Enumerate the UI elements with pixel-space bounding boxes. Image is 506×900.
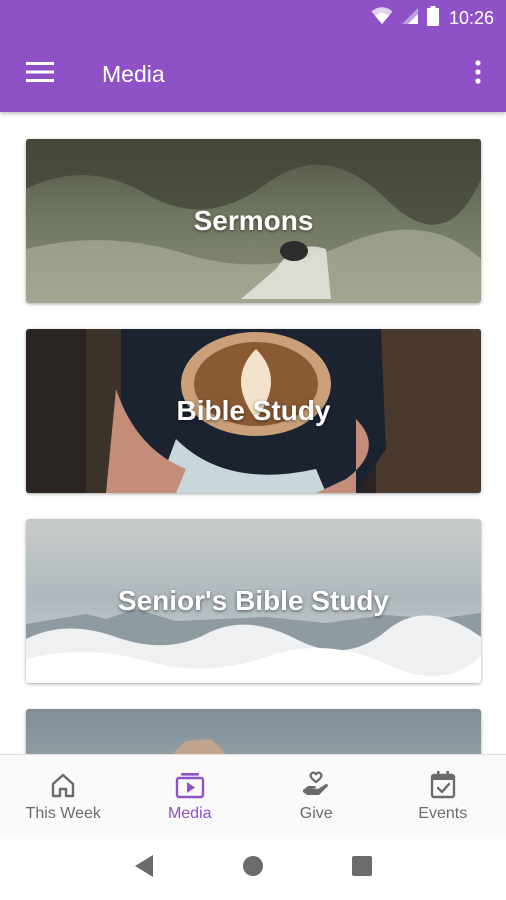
more-vert-icon [475, 59, 481, 89]
nav-label: This Week [25, 804, 101, 822]
wifi-icon [371, 6, 393, 30]
media-list[interactable]: Sermons Bible Study Senior's Bible Study [0, 112, 506, 754]
nav-this-week[interactable]: This Week [0, 755, 127, 836]
media-card-seniors-bible-study[interactable]: Senior's Bible Study [26, 519, 481, 683]
nav-label: Media [167, 804, 212, 822]
page-title: Media [102, 60, 165, 87]
media-card-label: Senior's Bible Study [117, 585, 390, 616]
media-card-label: Sermons [193, 205, 314, 236]
recents-square-icon [351, 855, 373, 882]
status-bar: 10:26 [0, 0, 506, 36]
hamburger-menu-icon [26, 61, 54, 87]
status-time: 10:26 [448, 7, 494, 28]
mountain-peaks-image [26, 709, 481, 754]
nav-events[interactable]: Events [380, 755, 506, 836]
nav-media[interactable]: Media [127, 755, 254, 836]
home-icon [49, 769, 77, 801]
media-card-label: Bible Study [176, 395, 331, 426]
system-back-button[interactable] [124, 848, 164, 888]
overflow-menu-button[interactable] [450, 36, 506, 112]
calendar-check-icon [429, 769, 457, 801]
system-navigation-bar [0, 836, 506, 900]
media-card-bible-study[interactable]: Bible Study [26, 329, 481, 493]
nav-give[interactable]: Give [253, 755, 380, 836]
media-card-sermons[interactable]: Sermons [26, 139, 481, 303]
status-icons [371, 5, 439, 31]
battery-icon [426, 5, 439, 31]
nav-label: Events [418, 804, 468, 822]
bottom-navigation: This Week Media Give Events [0, 754, 506, 836]
hand-heart-icon [301, 769, 331, 801]
back-icon [133, 854, 155, 883]
system-recents-button[interactable] [342, 848, 382, 888]
media-card-4[interactable] [26, 709, 481, 754]
signal-icon [401, 7, 419, 30]
nav-label: Give [299, 804, 333, 822]
app-bar: Media [0, 36, 506, 112]
video-library-icon [175, 769, 205, 801]
menu-button[interactable] [0, 36, 80, 112]
system-home-button[interactable] [233, 848, 273, 888]
home-circle-icon [242, 855, 264, 882]
